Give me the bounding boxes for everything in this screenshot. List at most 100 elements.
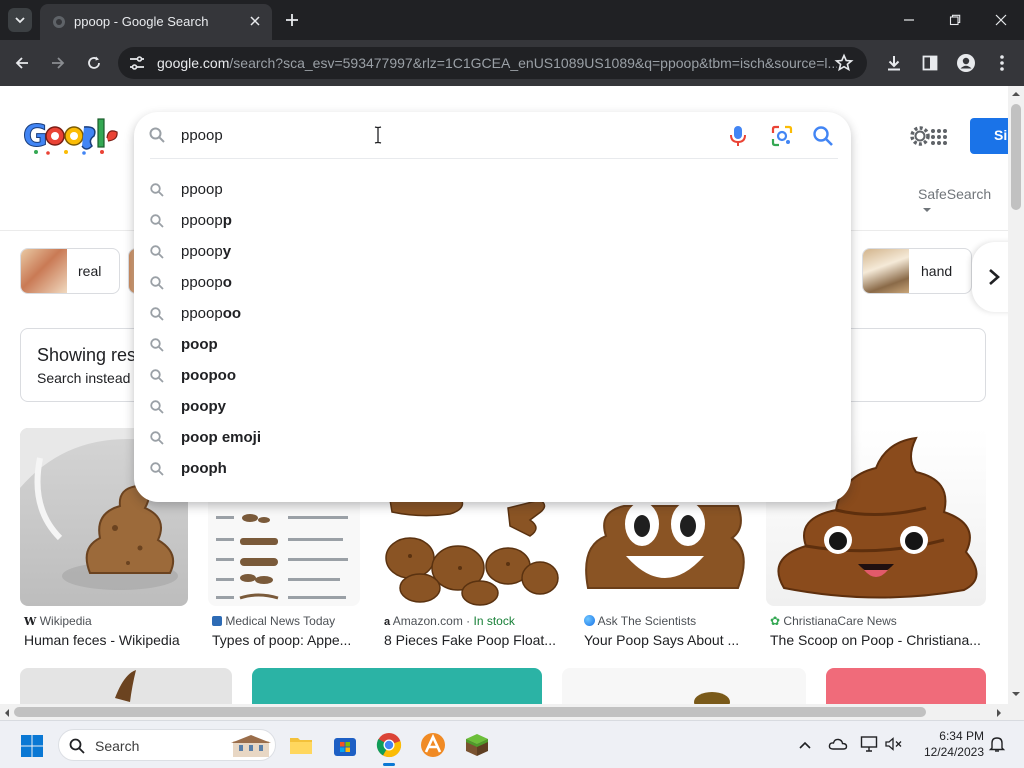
- show-hidden-icons-button[interactable]: [798, 738, 812, 750]
- sign-in-button[interactable]: Si: [970, 118, 1008, 154]
- notifications-button[interactable]: [988, 735, 1006, 753]
- menu-button[interactable]: [990, 51, 1014, 75]
- result-title-3[interactable]: 8 Pieces Fake Poop Float...: [384, 632, 562, 648]
- search-submit-button[interactable]: [812, 125, 834, 147]
- downloads-button[interactable]: [882, 51, 906, 75]
- result-title-4[interactable]: Your Poop Says About ...: [584, 632, 746, 648]
- address-bar[interactable]: google.com/search?sca_esv=593477997&rlz=…: [118, 47, 867, 79]
- suggestion-item[interactable]: ppoopo: [134, 268, 851, 299]
- google-doodle-logo[interactable]: G: [22, 116, 118, 156]
- suggestion-text: poop emoji: [181, 429, 261, 446]
- suggestion-item[interactable]: poop: [134, 330, 851, 361]
- back-button[interactable]: [10, 51, 34, 75]
- taskbar-search-box[interactable]: Search: [58, 729, 276, 761]
- chrome-taskbar-button[interactable]: [376, 732, 402, 758]
- apps-grid-icon: [931, 129, 947, 145]
- suggestion-text: poop: [181, 336, 218, 353]
- clock[interactable]: 6:34 PM 12/24/2023: [912, 729, 984, 763]
- safesearch-label: SafeSearch: [918, 186, 992, 202]
- google-lens-icon: [771, 125, 793, 147]
- source-5[interactable]: ✿ ChristianaCare News: [770, 614, 897, 628]
- source-4[interactable]: Ask The Scientists: [584, 614, 696, 628]
- partial-image: [115, 670, 136, 702]
- search-instead-link[interactable]: Search instead: [37, 370, 130, 386]
- suggestion-item[interactable]: poop emoji: [134, 423, 851, 454]
- start-button[interactable]: [20, 734, 44, 758]
- source-1[interactable]: W Wikipedia: [24, 614, 92, 628]
- close-icon: [995, 14, 1007, 26]
- result-image-9[interactable]: [826, 668, 986, 704]
- restore-button[interactable]: [940, 6, 970, 34]
- reload-button[interactable]: [82, 51, 106, 75]
- close-window-button[interactable]: [986, 6, 1016, 34]
- search-icon: [150, 214, 164, 228]
- lens-search-button[interactable]: [771, 125, 793, 147]
- safesearch-toggle[interactable]: SafeSearch: [918, 186, 1008, 218]
- search-icon: [150, 462, 164, 476]
- app-button-orange[interactable]: [420, 732, 446, 758]
- chevron-right-icon: [989, 269, 1000, 285]
- suggestion-bold: oo: [222, 305, 242, 322]
- settings-button[interactable]: [908, 124, 932, 148]
- side-panel-button[interactable]: [918, 51, 942, 75]
- chips-next-button[interactable]: [972, 242, 1008, 312]
- result-title-1[interactable]: Human feces - Wikipedia: [24, 632, 188, 648]
- search-icon: [150, 276, 164, 290]
- medical-news-icon: [212, 616, 222, 626]
- chevron-down-icon: [15, 17, 25, 24]
- network-status-button[interactable]: [860, 735, 880, 753]
- suggestion-item[interactable]: ppoopy: [134, 237, 851, 268]
- suggestion-item[interactable]: poopy: [134, 392, 851, 423]
- gear-icon: [910, 126, 930, 146]
- horizontal-scrollbar-thumb[interactable]: [14, 707, 926, 717]
- text-cursor-icon: [374, 126, 382, 144]
- result-image-7[interactable]: [252, 668, 542, 704]
- chip-real[interactable]: real: [20, 248, 120, 294]
- result-title-2[interactable]: Types of poop: Appe...: [212, 632, 360, 648]
- scroll-down-arrow-icon[interactable]: [1011, 690, 1021, 698]
- scroll-left-arrow-icon[interactable]: [3, 708, 11, 718]
- site-info-icon[interactable]: [128, 54, 146, 72]
- vertical-scrollbar-thumb[interactable]: [1011, 104, 1021, 210]
- result-image-8[interactable]: [562, 668, 806, 704]
- source-3[interactable]: a Amazon.com · In stock: [384, 614, 515, 628]
- file-explorer-button[interactable]: [288, 732, 314, 758]
- search-input[interactable]: ppoop: [181, 127, 721, 149]
- suggestion-item[interactable]: ppoopp: [134, 206, 851, 237]
- result-title-5[interactable]: The Scoop on Poop - Christiana...: [770, 632, 984, 648]
- suggestion-bold: poop emoji: [181, 429, 261, 446]
- bookmark-star-icon[interactable]: [834, 53, 854, 73]
- result-image-6[interactable]: [20, 668, 232, 704]
- suggestion-bold: poopy: [181, 398, 226, 415]
- apps-button[interactable]: [930, 128, 948, 146]
- forward-button[interactable]: [46, 51, 70, 75]
- chip-hand[interactable]: hand: [862, 248, 972, 294]
- cloud-icon: [828, 738, 848, 750]
- suggestion-item[interactable]: ppoopoo: [134, 299, 851, 330]
- minimize-button[interactable]: [894, 6, 924, 34]
- wikipedia-icon: W: [24, 615, 37, 628]
- tab-search-dropdown-button[interactable]: [8, 8, 32, 32]
- source-name: Medical News Today: [225, 614, 336, 628]
- scroll-right-arrow-icon[interactable]: [995, 708, 1003, 718]
- new-tab-button[interactable]: [282, 10, 302, 30]
- source-name: Amazon.com: [392, 614, 463, 628]
- close-tab-button[interactable]: [246, 12, 264, 30]
- voice-search-button[interactable]: [728, 124, 748, 148]
- suggestion-item[interactable]: pooph: [134, 454, 851, 485]
- profile-button[interactable]: [954, 51, 978, 75]
- doodle-image: G: [23, 118, 118, 155]
- onedrive-button[interactable]: [828, 735, 848, 753]
- suggestion-item[interactable]: poopoo: [134, 361, 851, 392]
- volume-button[interactable]: [884, 735, 904, 753]
- source-2[interactable]: Medical News Today: [212, 614, 335, 628]
- source-name: ChristianaCare News: [783, 614, 897, 628]
- scroll-up-arrow-icon[interactable]: [1011, 90, 1021, 98]
- tab-active[interactable]: ppoop - Google Search: [40, 4, 272, 40]
- folder-icon: [290, 738, 312, 754]
- microsoft-store-button[interactable]: [332, 732, 358, 758]
- minecraft-button[interactable]: [464, 732, 490, 758]
- suggestion-text: ppoopp: [181, 212, 232, 229]
- suggestion-text: ppoop: [181, 181, 223, 198]
- suggestion-item[interactable]: ppoop: [134, 175, 851, 206]
